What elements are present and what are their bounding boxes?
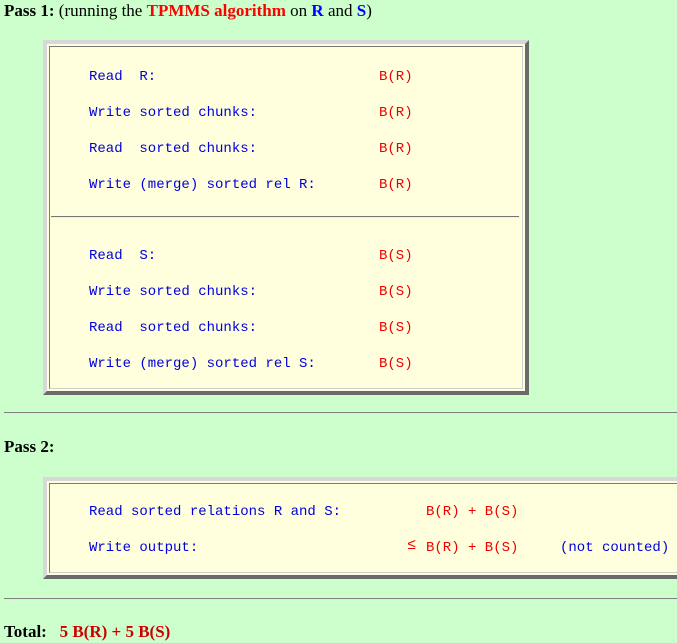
block-r-row-label: Read R: [89,69,157,85]
block-r-row-value: B(R) [379,105,413,121]
pass2-row-value: B(R) + B(S) [426,504,519,520]
block-r-row-label: Write sorted chunks: [89,105,258,121]
block-s-row-value: B(S) [379,284,413,300]
block-s-row-label: Read S: [89,248,157,264]
block-s-row-label: Write sorted chunks: [89,284,258,300]
block-s-row-label: Read sorted chunks: [89,320,258,336]
pass1-box: Read R: B(R) Write sorted chunks: B(R) R… [43,40,529,395]
pass1-close: ) [366,1,372,20]
pass1-desc-prefix: (running the [58,1,143,20]
total-label: Total: [4,622,47,641]
pass2-row-label: Read sorted relations R and S: [89,504,342,520]
total-line: Total: 5 B(R) + 5 B(S) [4,622,170,642]
pass2-row-note: (not counted) [560,540,670,556]
block-s-row-value: B(S) [379,320,413,336]
block-r-row-value: B(R) [379,141,413,157]
block-r-row-label: Read sorted chunks: [89,141,258,157]
pass2-row-label: Write output: [89,540,199,556]
section-divider [4,412,677,414]
pass2-box: Read sorted relations R and S: B(R) + B(… [43,477,677,579]
block-divider [51,216,519,218]
algorithm-name: TPMMS algorithm [146,1,286,20]
block-s-row-label: Write (merge) sorted rel S: [89,356,316,372]
leq-symbol: ≤ [407,537,417,554]
block-s-row-value: B(S) [379,356,413,372]
pass1-heading: Pass 1: (running the TPMMS algorithm on … [4,1,372,21]
relation-r: R [311,1,324,20]
pass2-label: Pass 2: [4,437,55,456]
relation-s: S [356,1,367,20]
section-divider [4,598,677,600]
pass1-label: Pass 1: [4,1,55,20]
block-r-row-value: B(R) [379,177,413,193]
pass2-heading: Pass 2: [4,437,55,457]
pass2-row-value: B(R) + B(S) [426,540,519,556]
block-s-row-value: B(S) [379,248,413,264]
block-r-row-value: B(R) [379,69,413,85]
block-r-row-label: Write (merge) sorted rel R: [89,177,316,193]
pass1-on: on [290,1,308,20]
pass1-and: and [327,1,353,20]
total-value: 5 B(R) + 5 B(S) [59,622,171,641]
